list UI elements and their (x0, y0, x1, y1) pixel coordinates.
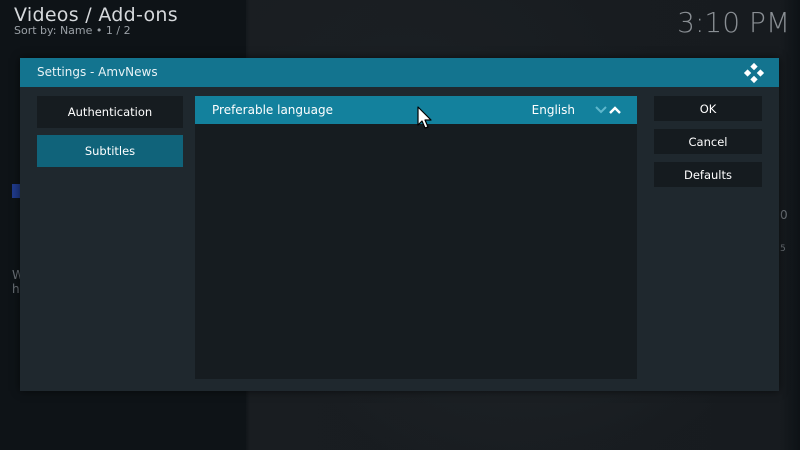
ok-button[interactable]: OK (654, 96, 762, 121)
category-authentication[interactable]: Authentication (37, 96, 183, 128)
chevron-up-icon[interactable] (609, 105, 621, 115)
settings-dialog: Settings - AmvNews Authentication Subtit… (20, 58, 779, 391)
background-text-fragment: 0 (780, 208, 788, 222)
background-text-fragment: h (12, 282, 20, 296)
button-label: Defaults (683, 167, 732, 182)
setting-label: Preferable language (212, 103, 333, 117)
chevron-down-icon[interactable] (595, 105, 607, 115)
button-label: OK (699, 101, 717, 116)
cancel-button[interactable]: Cancel (654, 129, 762, 154)
background-text-fragment: 5 (780, 244, 786, 254)
clock: 3:10 PM (677, 6, 790, 39)
settings-list: Preferable language English (195, 96, 637, 379)
category-subtitles[interactable]: Subtitles (37, 135, 183, 167)
setting-preferable-language[interactable]: Preferable language English (195, 96, 637, 124)
category-label: Authentication (67, 105, 153, 119)
background-list-marker (12, 184, 20, 198)
setting-value: English (531, 103, 575, 117)
mouse-pointer-icon (417, 106, 432, 129)
page-title: Videos / Add-ons (14, 4, 178, 26)
category-label: Subtitles (84, 144, 136, 158)
screen: W h 0 5 Videos / Add-ons Sort by: Name •… (0, 0, 800, 450)
button-label: Cancel (688, 134, 728, 149)
dialog-header: Settings - AmvNews (20, 58, 779, 87)
defaults-button[interactable]: Defaults (654, 162, 762, 187)
sort-info: Sort by: Name • 1 / 2 (14, 24, 131, 37)
dialog-title: Settings - AmvNews (37, 65, 158, 79)
kodi-logo-icon[interactable] (743, 62, 765, 84)
